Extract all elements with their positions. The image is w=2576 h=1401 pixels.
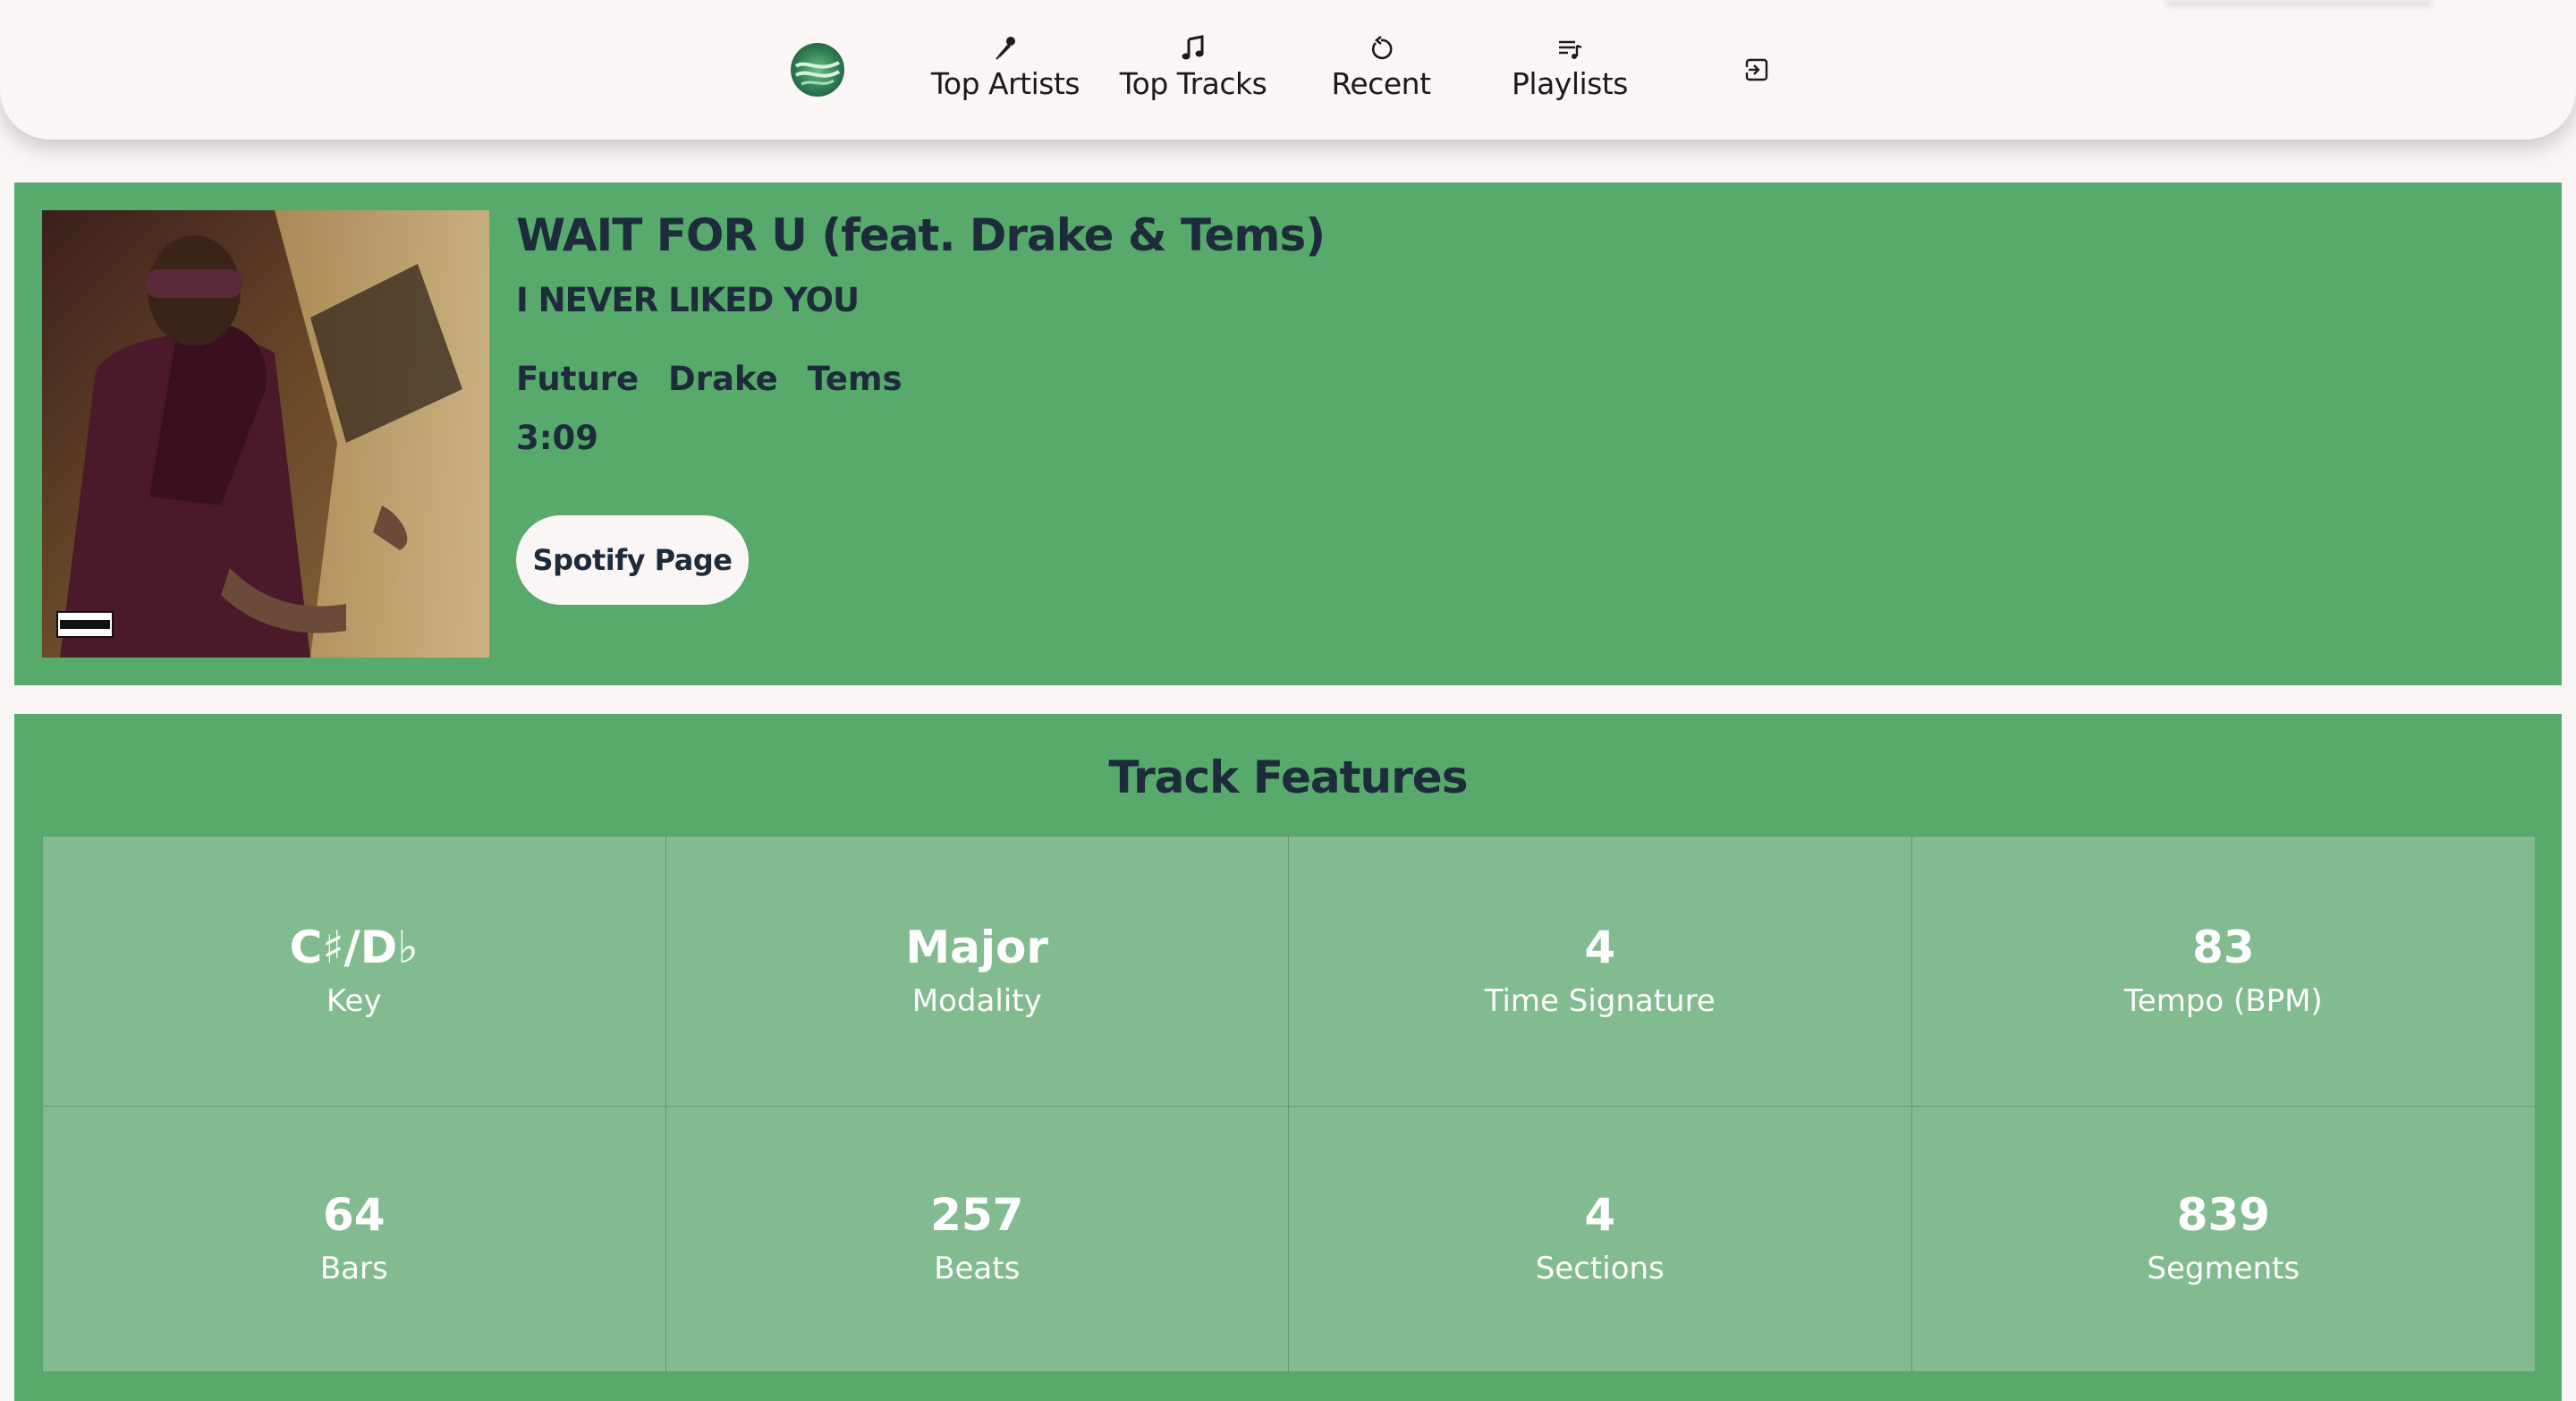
feature-time-signature: 4 Time Signature [1289, 836, 1912, 1107]
feature-value: 64 [322, 1189, 386, 1241]
nav-label: Top Tracks [1119, 66, 1267, 101]
feature-value: 4 [1584, 1189, 1616, 1241]
feature-label: Time Signature [1484, 982, 1716, 1019]
track-title: WAIT FOR U (feat. Drake & Tems) [516, 209, 1326, 261]
feature-bars: 64 Bars [43, 1107, 666, 1371]
artist-name[interactable]: Future [516, 360, 639, 398]
track-features-card: Track Features C♯/D♭ Key Major Modality … [14, 714, 2562, 1401]
feature-modality: Major Modality [665, 836, 1289, 1107]
spotify-page-button[interactable]: Spotify Page [516, 515, 749, 605]
nav-recent[interactable]: Recent [1292, 34, 1470, 115]
feature-value: Major [905, 921, 1049, 973]
feature-label: Tempo (BPM) [2123, 982, 2323, 1019]
feature-label: Sections [1535, 1251, 1665, 1286]
track-card: WAIT FOR U (feat. Drake & Tems) I NEVER … [14, 183, 2562, 685]
feature-beats: 257 Beats [666, 1107, 1289, 1371]
feature-label: Bars [319, 1251, 388, 1286]
feature-value: 257 [930, 1189, 1024, 1241]
app-logo[interactable] [791, 43, 844, 97]
nav-label: Recent [1331, 66, 1431, 101]
nav-top-artists[interactable]: Top Artists [916, 34, 1095, 115]
nav-top-tracks[interactable]: Top Tracks [1104, 34, 1283, 115]
feature-label: Modality [911, 982, 1042, 1019]
feature-tempo: 83 Tempo (BPM) [1911, 836, 2535, 1107]
track-duration: 3:09 [516, 419, 599, 457]
history-icon [1371, 35, 1393, 60]
features-title: Track Features [1108, 751, 1469, 803]
feature-value: C♯/D♭ [289, 921, 419, 973]
feature-value: 4 [1584, 921, 1616, 973]
nav-playlists[interactable]: Playlists [1480, 34, 1659, 115]
logout-button[interactable] [1744, 57, 1769, 82]
logout-icon [1745, 58, 1768, 81]
feature-label: Key [326, 982, 382, 1019]
top-navbar: Top Artists Top Tracks Recent Playlists [0, 0, 2576, 140]
artist-list: Future Drake Tems [516, 360, 920, 398]
music-note-icon [1182, 35, 1204, 60]
feature-key: C♯/D♭ Key [43, 836, 666, 1107]
nav-edge-tab [2165, 0, 2433, 2]
nav-label: Top Artists [930, 66, 1080, 101]
artist-name[interactable]: Drake [668, 360, 778, 398]
album-cover [42, 210, 489, 658]
feature-label: Segments [2147, 1251, 2301, 1286]
playlist-icon [1559, 40, 1582, 59]
feature-segments: 839 Segments [1912, 1107, 2536, 1371]
nav-label: Playlists [1512, 66, 1628, 101]
feature-sections: 4 Sections [1289, 1107, 1912, 1371]
feature-label: Beats [934, 1251, 1021, 1286]
features-grid: C♯/D♭ Key Major Modality 4 Time Signatur… [42, 836, 2536, 1372]
microphone-icon [996, 37, 1015, 60]
artist-name[interactable]: Tems [808, 360, 902, 398]
album-name: I NEVER LIKED YOU [516, 281, 860, 319]
feature-value: 83 [2191, 921, 2255, 973]
feature-value: 839 [2176, 1189, 2270, 1241]
